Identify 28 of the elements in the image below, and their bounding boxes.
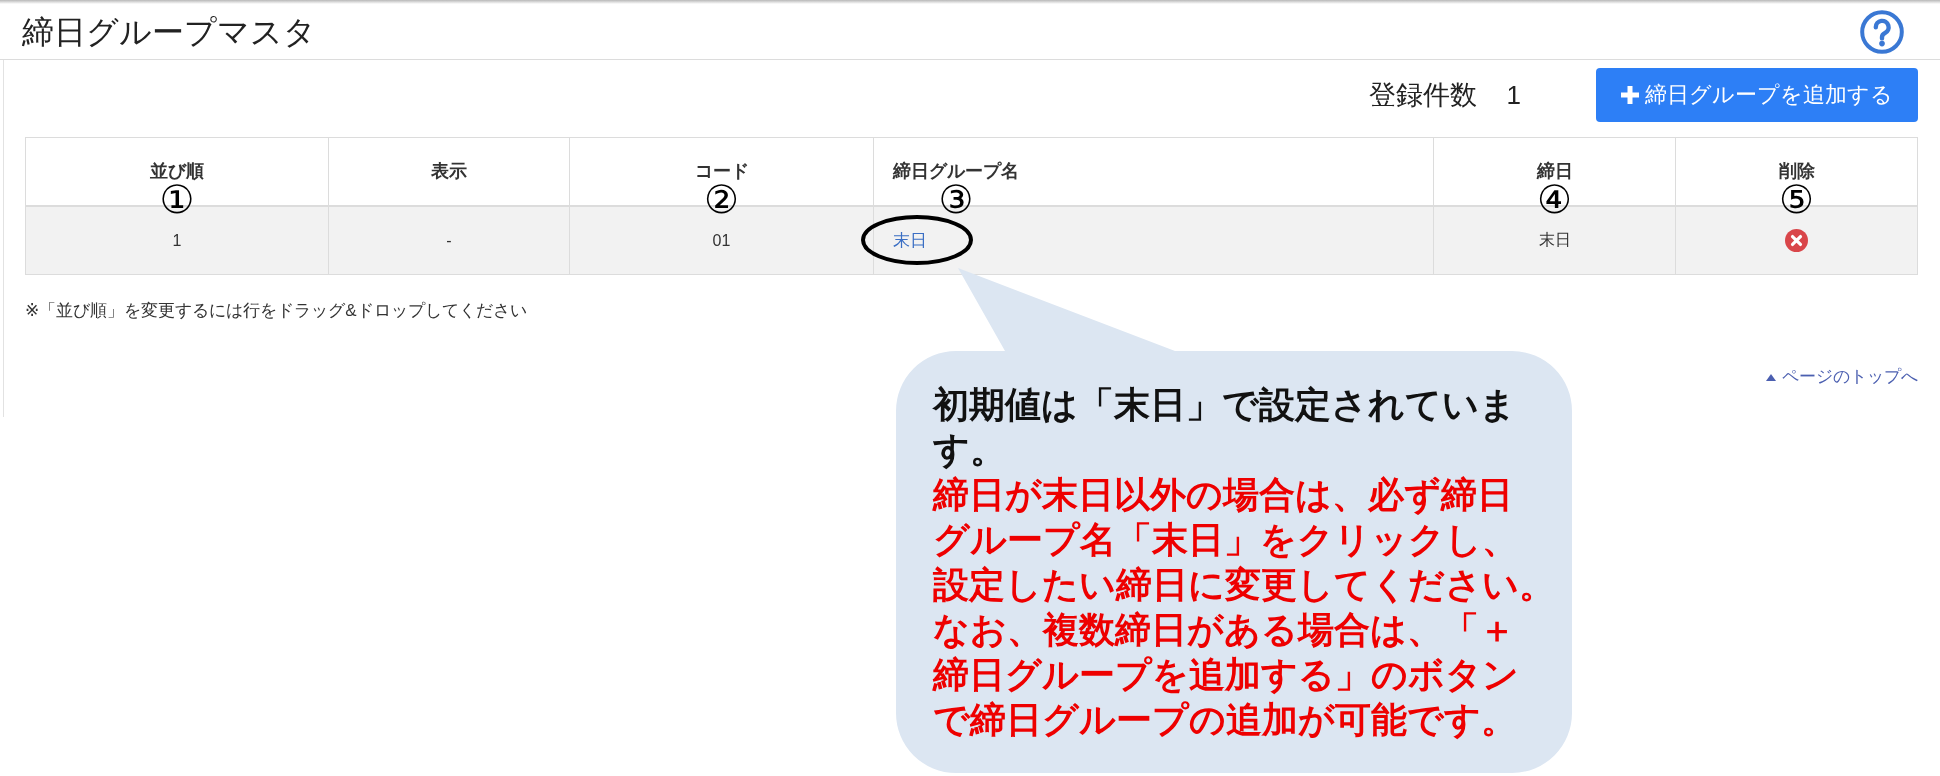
annotation-number: ② <box>704 182 739 218</box>
column-header: 並び順 <box>150 160 204 182</box>
callout-text: 初期値は「末日」で設定されていま す。 <box>933 383 1516 472</box>
page-title: 締日グループマスタ <box>22 13 316 50</box>
group-name-link[interactable]: 末日 <box>893 229 927 252</box>
record-count: 1 <box>1506 79 1521 111</box>
column-header: 締日 <box>1536 160 1573 182</box>
help-icon[interactable] <box>1860 9 1904 54</box>
column-header: 表示 <box>431 160 467 182</box>
add-group-button[interactable]: 締日グループを追加する <box>1596 68 1918 122</box>
caret-up-icon <box>1766 373 1776 381</box>
table-value: 1 <box>172 231 182 250</box>
column-header: 締日グループ名 <box>893 160 1019 182</box>
column-header: 削除 <box>1778 160 1815 182</box>
column-header: コード <box>694 160 749 182</box>
table-value: 末日 <box>1538 230 1571 250</box>
reorder-note: ※「並び順」を変更するには行をドラッグ&ドロップしてください <box>25 301 528 321</box>
warning-text: 締日が末日以外の場合は、必ず締日 グループ名「末日」をクリックし、 設定したい締日に変更してください。 なお、複数締日がある場合は、「＋ 締日グループを追加する」のボタン で締日グループの追加が可能です。 <box>933 473 1555 742</box>
annotation-number: ⑤ <box>1779 182 1814 218</box>
annotation-number: ③ <box>938 182 974 218</box>
table-value: 01 <box>712 231 731 250</box>
annotation-number: ④ <box>1537 182 1572 218</box>
page-top-link[interactable]: ページのトップへ <box>1766 367 1918 387</box>
record-count-label: 登録件数 <box>1368 79 1477 112</box>
delete-icon[interactable] <box>1785 229 1808 252</box>
table-value: - <box>446 231 452 250</box>
plus-icon <box>1621 86 1639 104</box>
annotation-number: ① <box>159 182 195 218</box>
